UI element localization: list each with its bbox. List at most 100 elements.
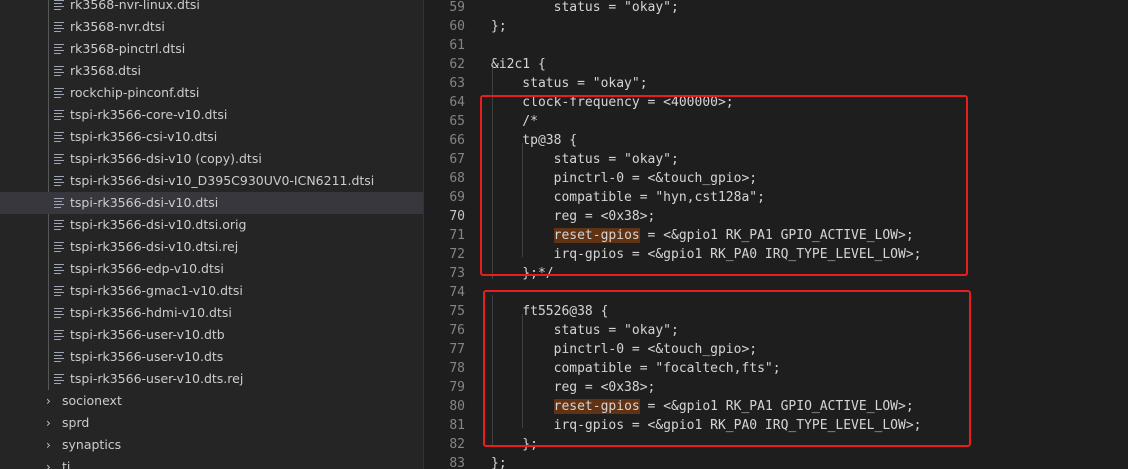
code-segment: status = "okay";: [491, 76, 648, 91]
file-icon: [54, 176, 64, 186]
code-line[interactable]: 59 status = "okay";: [424, 0, 1128, 17]
code-line[interactable]: 73 };*/: [424, 264, 1128, 283]
code-segment: = <&gpio1 RK_PA1 GPIO_ACTIVE_LOW>;: [639, 228, 914, 243]
file-label: tspi-rk3566-dsi-v10.dtsi: [70, 195, 219, 210]
code-line[interactable]: 82 };: [424, 435, 1128, 454]
file-icon: [54, 264, 64, 274]
code-line[interactable]: 75 ft5526@38 {: [424, 302, 1128, 321]
file-label: tspi-rk3566-dsi-v10.dtsi.rej: [70, 239, 239, 254]
code-line[interactable]: 64 clock-frequency = <400000>;: [424, 93, 1128, 112]
file-label: tspi-rk3566-hdmi-v10.dtsi: [70, 305, 232, 320]
file-label: rk3568-nvr-linux.dtsi: [70, 0, 200, 12]
file-item[interactable]: tspi-rk3566-user-v10.dts.rej: [0, 368, 423, 390]
code-segment: };*/: [491, 266, 554, 281]
chevron-right-icon: ›: [46, 438, 51, 452]
code-line[interactable]: 63 status = "okay";: [424, 74, 1128, 93]
line-number: 75: [449, 304, 465, 319]
file-item[interactable]: rk3568-nvr-linux.dtsi: [0, 0, 423, 16]
code-text: reset-gpios = <&gpio1 RK_PA1 GPIO_ACTIVE…: [491, 226, 914, 245]
explorer-sidebar: rk3568-nvr-linux.dtsi rk3568-nvr.dtsi rk35…: [0, 0, 424, 469]
code-segment: };: [491, 19, 507, 34]
code-segment: };: [491, 456, 507, 469]
file-item[interactable]: tspi-rk3566-gmac1-v10.dtsi: [0, 280, 423, 302]
code-line[interactable]: 68 pinctrl-0 = <&touch_gpio>;: [424, 169, 1128, 188]
code-line[interactable]: 60};: [424, 17, 1128, 36]
code-line[interactable]: 81 irq-gpios = <&gpio1 RK_PA0 IRQ_TYPE_L…: [424, 416, 1128, 435]
line-number: 70: [449, 209, 465, 224]
code-segment: pinctrl-0 = <&touch_gpio>;: [491, 342, 758, 357]
code-segment: status = "okay";: [491, 323, 679, 338]
file-item[interactable]: tspi-rk3566-dsi-v10.dtsi.rej: [0, 236, 423, 258]
file-item[interactable]: rk3568-pinctrl.dtsi: [0, 38, 423, 60]
code-line[interactable]: 74: [424, 283, 1128, 302]
code-line[interactable]: 65 /*: [424, 112, 1128, 131]
file-item[interactable]: tspi-rk3566-dsi-v10_D395C930UV0-ICN6211.…: [0, 170, 423, 192]
code-segment: &i2c1 {: [491, 57, 546, 72]
file-label: tspi-rk3566-dsi-v10 (copy).dtsi: [70, 151, 262, 166]
file-icon: [54, 352, 64, 362]
file-item[interactable]: rk3568.dtsi: [0, 60, 423, 82]
code-line[interactable]: 77 pinctrl-0 = <&touch_gpio>;: [424, 340, 1128, 359]
file-item[interactable]: tspi-rk3566-csi-v10.dtsi: [0, 126, 423, 148]
line-number: 82: [449, 437, 465, 452]
code-text: ft5526@38 {: [491, 302, 608, 321]
line-number: 69: [449, 190, 465, 205]
code-line[interactable]: 69 compatible = "hyn,cst128a";: [424, 188, 1128, 207]
file-icon: [54, 0, 64, 10]
line-number: 62: [449, 57, 465, 72]
code-segment: clock-frequency = <400000>;: [491, 95, 734, 110]
code-line[interactable]: 71 reset-gpios = <&gpio1 RK_PA1 GPIO_ACT…: [424, 226, 1128, 245]
code-editor[interactable]: 59 status = "okay"; 60}; 61 62 &i2c1 {63 sta…: [424, 0, 1128, 469]
file-item[interactable]: tspi-rk3566-user-v10.dtb: [0, 324, 423, 346]
folder-item[interactable]: › sprd: [0, 412, 423, 434]
code-segment: status = "okay";: [491, 152, 679, 167]
code-line[interactable]: 66 tp@38 {: [424, 131, 1128, 150]
code-line[interactable]: 62 &i2c1 {: [424, 55, 1128, 74]
file-label: tspi-rk3566-dsi-v10.dtsi.orig: [70, 217, 247, 232]
file-label: tspi-rk3566-edp-v10.dtsi: [70, 261, 224, 276]
code-text: reg = <0x38>;: [491, 207, 656, 226]
code-text: /*: [491, 112, 538, 131]
file-item[interactable]: rockchip-pinconf.dtsi: [0, 82, 423, 104]
file-item[interactable]: tspi-rk3566-dsi-v10.dtsi.orig: [0, 214, 423, 236]
code-line[interactable]: 76 status = "okay";: [424, 321, 1128, 340]
code-line[interactable]: 67 status = "okay";: [424, 150, 1128, 169]
code-line[interactable]: 80 reset-gpios = <&gpio1 RK_PA1 GPIO_ACT…: [424, 397, 1128, 416]
file-icon: [54, 154, 64, 164]
code-text: clock-frequency = <400000>;: [491, 93, 734, 112]
file-label: tspi-rk3566-user-v10.dtb: [70, 327, 225, 342]
folder-item[interactable]: › ti: [0, 456, 423, 469]
chevron-right-icon: ›: [46, 416, 51, 430]
folder-label: ti: [62, 459, 71, 469]
line-number: 81: [449, 418, 465, 433]
file-item[interactable]: tspi-rk3566-dsi-v10 (copy).dtsi: [0, 148, 423, 170]
file-label: rk3568-pinctrl.dtsi: [70, 41, 186, 56]
search-match-highlight: reset-gpios: [553, 399, 640, 414]
folder-item[interactable]: › synaptics: [0, 434, 423, 456]
file-item[interactable]: tspi-rk3566-hdmi-v10.dtsi: [0, 302, 423, 324]
code-line[interactable]: 70 reg = <0x38>;: [424, 207, 1128, 226]
code-line[interactable]: 79 reg = <0x38>;: [424, 378, 1128, 397]
code-text: };: [491, 454, 507, 469]
file-icon: [54, 374, 64, 384]
code-line[interactable]: 78 compatible = "focaltech,fts";: [424, 359, 1128, 378]
code-text: };: [491, 435, 538, 454]
code-line[interactable]: 61: [424, 36, 1128, 55]
line-number: 76: [449, 323, 465, 338]
folder-item[interactable]: › socionext: [0, 390, 423, 412]
code-line[interactable]: 83};: [424, 454, 1128, 469]
file-icon: [54, 308, 64, 318]
file-item[interactable]: rk3568-nvr.dtsi: [0, 16, 423, 38]
code-segment: reg = <0x38>;: [491, 380, 656, 395]
line-number: 74: [449, 285, 465, 300]
chevron-right-icon: ›: [46, 460, 51, 469]
file-item[interactable]: tspi-rk3566-edp-v10.dtsi: [0, 258, 423, 280]
file-item[interactable]: tspi-rk3566-dsi-v10.dtsi: [0, 192, 423, 214]
file-icon: [54, 22, 64, 32]
file-item[interactable]: tspi-rk3566-user-v10.dts: [0, 346, 423, 368]
line-number: 68: [449, 171, 465, 186]
line-number: 65: [449, 114, 465, 129]
file-item[interactable]: tspi-rk3566-core-v10.dtsi: [0, 104, 423, 126]
code-line[interactable]: 72 irq-gpios = <&gpio1 RK_PA0 IRQ_TYPE_L…: [424, 245, 1128, 264]
